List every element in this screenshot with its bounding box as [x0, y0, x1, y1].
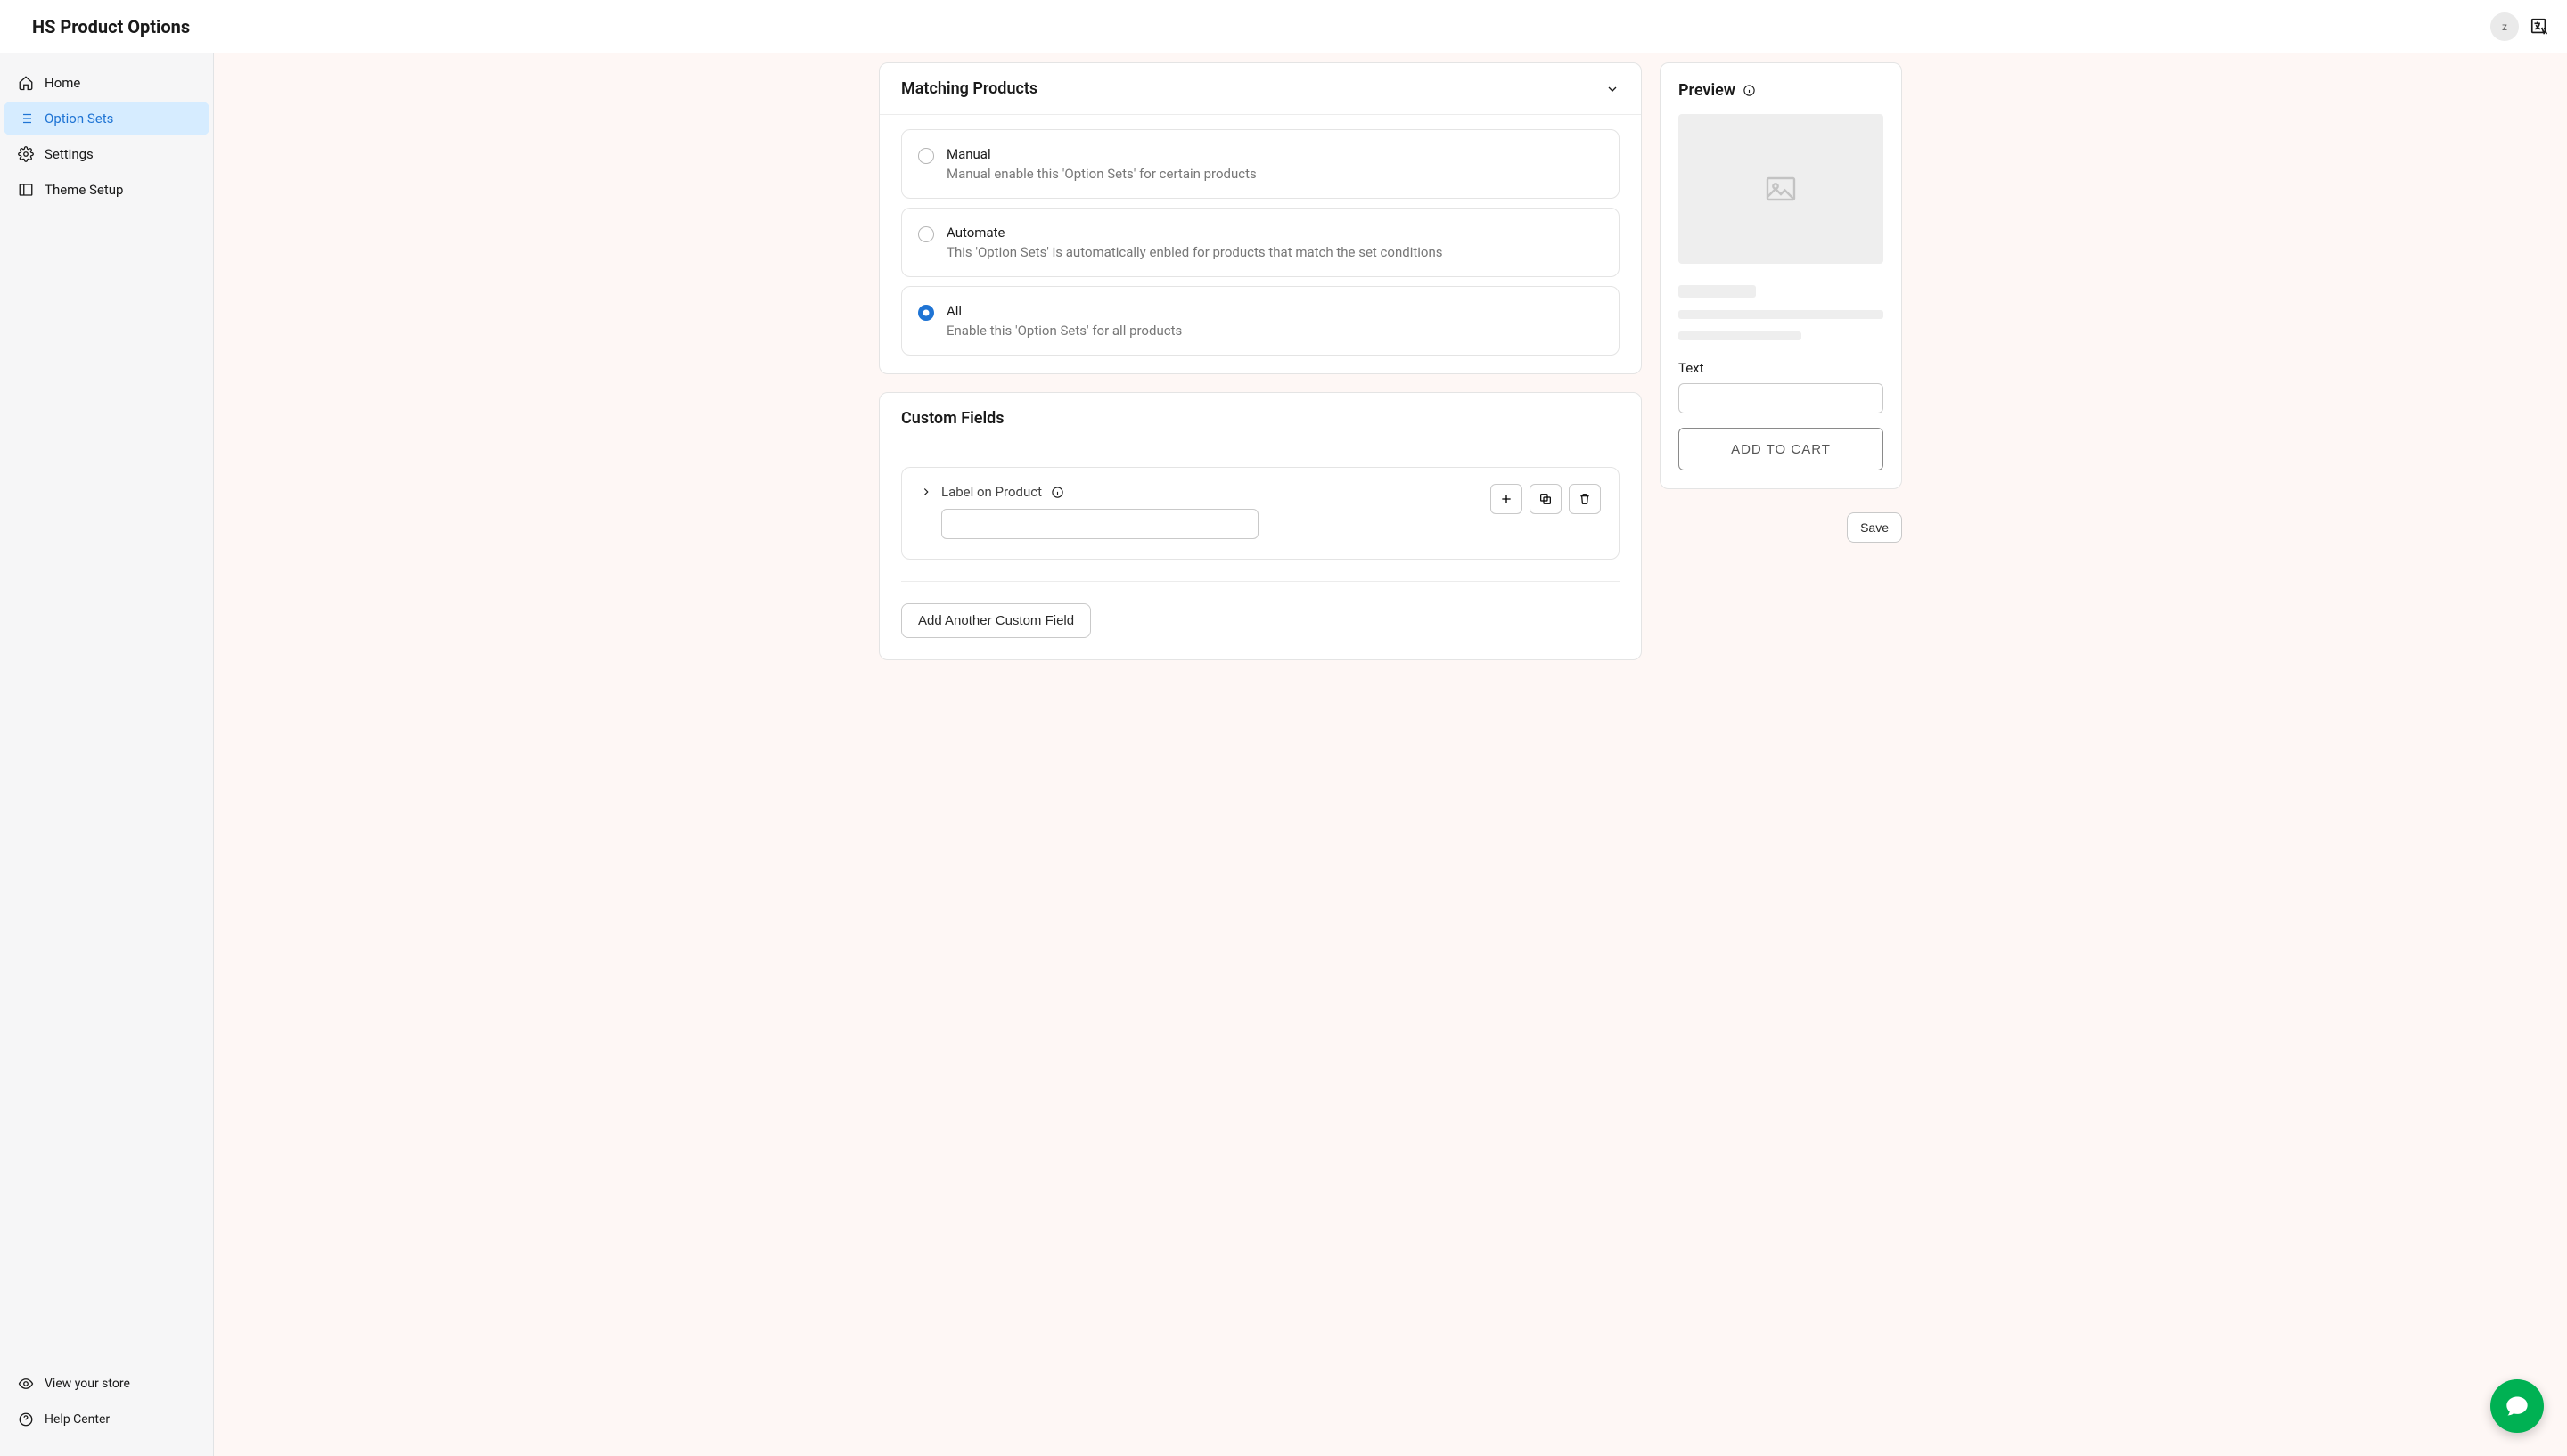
label-on-product-input[interactable]: [941, 509, 1259, 539]
help-icon: [18, 1411, 34, 1427]
sidebar-item-option-sets[interactable]: Option Sets: [4, 102, 209, 135]
sidebar-footer-help-center[interactable]: Help Center: [4, 1403, 209, 1436]
image-icon: [1760, 173, 1801, 205]
add-to-cart-button[interactable]: ADD TO CART: [1678, 428, 1883, 470]
radio-icon: [918, 148, 934, 164]
preview-image-placeholder: [1678, 114, 1883, 264]
sidebar-item-label: Option Sets: [45, 110, 113, 127]
radio-icon: [918, 305, 934, 321]
gear-icon: [18, 146, 34, 162]
nav: Home Option Sets Settings Theme Setup: [4, 64, 209, 1365]
avatar-initial: z: [2502, 20, 2507, 33]
option-desc: This 'Option Sets' is automatically enbl…: [947, 244, 1603, 260]
matching-option-manual[interactable]: Manual Manual enable this 'Option Sets' …: [901, 129, 1620, 199]
save-button[interactable]: Save: [1847, 512, 1902, 543]
radio-icon: [918, 226, 934, 242]
topbar-right: z: [2490, 12, 2549, 41]
sidebar-item-label: Home: [45, 75, 80, 91]
sidebar-footer-view-store[interactable]: View your store: [4, 1367, 209, 1401]
list-icon: [18, 110, 34, 127]
matching-products-card: Matching Products Manual Manual enable t…: [879, 62, 1642, 374]
field-label-area[interactable]: Label on Product: [920, 484, 1259, 500]
preview-card: Preview Text ADD TO CART: [1660, 62, 1902, 489]
plus-icon: [1499, 492, 1513, 506]
preview-title: Preview: [1678, 81, 1735, 100]
matching-products-title: Matching Products: [901, 79, 1037, 98]
option-desc: Manual enable this 'Option Sets' for cer…: [947, 166, 1603, 182]
option-title: Automate: [947, 225, 1603, 241]
chevron-right-icon: [920, 486, 932, 498]
sidebar-item-label: Help Center: [45, 1412, 110, 1427]
custom-fields-body: Label on Product: [880, 444, 1641, 659]
matching-options-body: Manual Manual enable this 'Option Sets' …: [880, 115, 1641, 373]
sidebar-item-home[interactable]: Home: [4, 66, 209, 100]
matching-option-all[interactable]: All Enable this 'Option Sets' for all pr…: [901, 286, 1620, 356]
sidebar-footer: View your store Help Center: [4, 1365, 209, 1445]
copy-icon: [1538, 492, 1553, 506]
sidebar-item-theme-setup[interactable]: Theme Setup: [4, 173, 209, 207]
card-header[interactable]: Matching Products: [880, 63, 1641, 115]
custom-fields-card: Custom Fields Label on Product: [879, 392, 1642, 660]
translate-icon[interactable]: [2530, 17, 2549, 37]
chat-icon: [2505, 1394, 2530, 1419]
preview-field-label: Text: [1678, 360, 1883, 376]
sidebar-item-label: Theme Setup: [45, 182, 123, 198]
skeleton-line: [1678, 331, 1801, 340]
trash-icon: [1578, 492, 1592, 506]
option-desc: Enable this 'Option Sets' for all produc…: [947, 323, 1603, 339]
custom-field-row: Label on Product: [901, 467, 1620, 560]
chevron-down-icon: [1605, 82, 1620, 96]
divider: [901, 581, 1620, 582]
app-title: HS Product Options: [32, 16, 190, 37]
add-another-custom-field-button[interactable]: Add Another Custom Field: [901, 603, 1091, 638]
preview-text-input[interactable]: [1678, 383, 1883, 413]
duplicate-field-button[interactable]: [1530, 484, 1562, 514]
info-icon: [1051, 486, 1064, 499]
skeleton-line: [1678, 285, 1756, 298]
add-field-button[interactable]: [1490, 484, 1522, 514]
skeleton-line: [1678, 310, 1883, 319]
sidebar-item-label: Settings: [45, 146, 94, 162]
eye-icon: [18, 1376, 34, 1392]
sidebar-item-label: View your store: [45, 1377, 130, 1391]
custom-fields-title: Custom Fields: [901, 409, 1005, 428]
field-actions: [1490, 484, 1601, 514]
chat-fab[interactable]: [2490, 1379, 2544, 1433]
sidebar: Home Option Sets Settings Theme Setup Vi…: [0, 53, 214, 1456]
avatar[interactable]: z: [2490, 12, 2519, 41]
field-label: Label on Product: [941, 484, 1042, 500]
delete-field-button[interactable]: [1569, 484, 1601, 514]
matching-option-automate[interactable]: Automate This 'Option Sets' is automatic…: [901, 208, 1620, 277]
topbar: HS Product Options z: [0, 0, 2567, 53]
sidebar-item-settings[interactable]: Settings: [4, 137, 209, 171]
info-icon[interactable]: [1743, 84, 1756, 97]
option-title: All: [947, 303, 1603, 319]
home-icon: [18, 75, 34, 91]
layout-icon: [18, 182, 34, 198]
card-header: Custom Fields: [880, 393, 1641, 444]
option-title: Manual: [947, 146, 1603, 162]
